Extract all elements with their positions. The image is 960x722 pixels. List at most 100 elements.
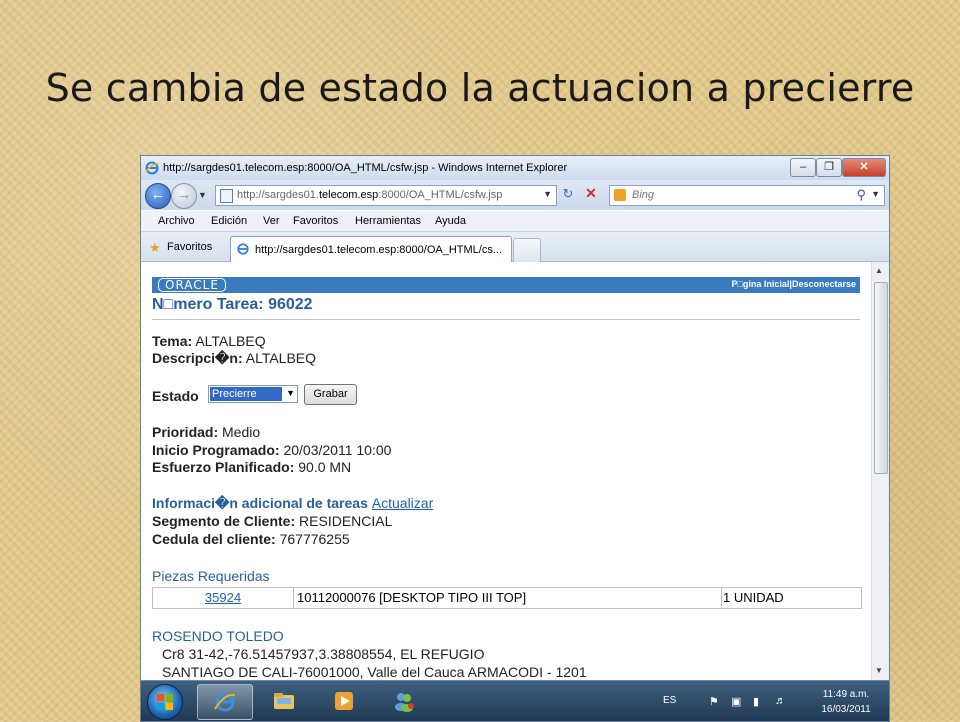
browser-window: http://sargdes01.telecom.esp:8000/OA_HTM… [140, 155, 890, 722]
refresh-icon[interactable]: ↻ [558, 186, 578, 204]
internet-explorer-icon [237, 243, 249, 255]
search-dropdown-icon[interactable]: ▼ [871, 189, 880, 199]
favorites-button[interactable]: Favoritos [167, 241, 212, 253]
address-bar[interactable]: http://sargdes01.telecom.esp:8000/OA_HTM… [215, 185, 557, 206]
close-window-button[interactable]: ✕ [842, 158, 886, 177]
separator [152, 319, 860, 320]
esfuerzo-row: Esfuerzo Planificado: 90.0 MN [152, 459, 351, 475]
prioridad-value: Medio [222, 424, 261, 440]
estado-label: Estado [152, 388, 199, 404]
clock-date: 16/03/2011 [821, 704, 871, 715]
address-line-2: SANTIAGO DE CALI-76001000, Valle del Cau… [162, 664, 587, 680]
segmento-row: Segmento de Cliente: RESIDENCIAL [152, 513, 392, 529]
windows-taskbar: ES ⚑ ▣ ▮ ♬ 11:49 a.m. 16/03/2011 [141, 680, 889, 721]
grabar-button[interactable]: Grabar [304, 384, 357, 405]
inicio-value: 20/03/2011 10:00 [283, 442, 392, 458]
tema-label: Tema: [152, 333, 193, 349]
minimize-button[interactable]: – [790, 158, 816, 177]
page-icon [220, 189, 233, 203]
folder-icon [274, 693, 294, 709]
page-content: ORACLE P□gina Inicial|Desconectarse N□me… [141, 262, 871, 680]
tema-row: Tema: ALTALBEQ [152, 333, 266, 349]
clock-time: 11:49 a.m. [822, 689, 870, 700]
search-placeholder: Bing [632, 189, 655, 201]
favorites-bar: ★ Favoritos http://sargdes01.telecom.esp… [141, 232, 889, 262]
descripcion-value: ALTALBEQ [245, 350, 317, 366]
menu-edicion[interactable]: Edición [211, 215, 247, 227]
pieza-code-link[interactable]: 35924 [205, 590, 241, 605]
oracle-logo: ORACLE [158, 278, 226, 292]
menu-favoritos[interactable]: Favoritos [293, 215, 338, 227]
estado-selected-value: Precierre [210, 387, 282, 401]
messenger-icon [395, 693, 414, 712]
forward-arrow-icon: → [176, 186, 192, 203]
battery-icon[interactable]: ▮ [753, 695, 759, 708]
scroll-up-icon[interactable]: ▲ [875, 266, 883, 275]
network-icon[interactable]: ▣ [731, 695, 741, 708]
taskbar-messenger[interactable] [377, 684, 431, 718]
flag-icon[interactable]: ⚑ [709, 695, 719, 708]
maximize-button[interactable]: ❐ [816, 158, 842, 177]
window-titlebar: http://sargdes01.telecom.esp:8000/OA_HTM… [141, 156, 889, 180]
back-arrow-icon: ← [150, 186, 166, 203]
actualizar-link[interactable]: Actualizar [372, 495, 433, 511]
descripcion-label: Descripci�n: [152, 350, 243, 366]
contact-name: ROSENDO TOLEDO [152, 628, 284, 644]
search-icon[interactable]: ⚲ [856, 187, 866, 203]
history-dropdown-icon[interactable]: ▼ [198, 190, 207, 200]
start-button[interactable] [147, 684, 183, 720]
language-indicator[interactable]: ES [663, 695, 676, 706]
esfuerzo-value: 90.0 MN [298, 459, 352, 475]
taskbar-media-player[interactable] [317, 684, 371, 718]
address-dropdown-icon[interactable]: ▼ [543, 189, 552, 199]
cedula-label: Cedula del cliente: [152, 531, 276, 547]
menu-archivo[interactable]: Archivo [158, 215, 195, 227]
scroll-thumb[interactable] [874, 282, 888, 474]
media-player-icon [335, 692, 353, 710]
forward-button[interactable]: → [171, 183, 197, 209]
volume-icon[interactable]: ♬ [775, 695, 786, 707]
cedula-row: Cedula del cliente: 767776255 [152, 531, 350, 547]
menu-ver[interactable]: Ver [263, 215, 280, 227]
slide-title: Se cambia de estado la actuacion a preci… [45, 66, 915, 110]
menu-ayuda[interactable]: Ayuda [435, 215, 466, 227]
cedula-value: 767776255 [279, 531, 350, 547]
address-line-1: Cr8 31-42,-76.51457937,3.38808554, EL RE… [162, 646, 485, 662]
taskbar-internet-explorer[interactable] [197, 684, 253, 720]
windows-logo-icon [157, 694, 173, 710]
browser-tab[interactable]: http://sargdes01.telecom.esp:8000/OA_HTM… [230, 236, 512, 262]
address-toolbar: ← → ▼ http://sargdes01.telecom.esp:8000/… [141, 180, 889, 210]
bing-icon [614, 189, 626, 201]
tema-value: ALTALBEQ [195, 333, 266, 349]
scroll-down-icon[interactable]: ▼ [875, 666, 883, 675]
new-tab-button[interactable] [513, 238, 541, 262]
taskbar-explorer[interactable] [257, 684, 311, 718]
esfuerzo-label: Esfuerzo Planificado: [152, 459, 295, 475]
task-title: N□mero Tarea: 96022 [152, 296, 313, 313]
table-row: 35924 10112000076 [DESKTOP TIPO III TOP]… [152, 587, 862, 609]
internet-explorer-icon [145, 161, 159, 175]
segmento-value: RESIDENCIAL [299, 513, 393, 529]
pieza-description: 10112000076 [DESKTOP TIPO III TOP] [294, 588, 722, 608]
back-button[interactable]: ← [145, 183, 171, 209]
internet-explorer-icon [214, 692, 236, 712]
info-adicional-heading: Informaci�n adicional de tareas Actualiz… [152, 495, 434, 511]
stop-icon[interactable]: ✕ [581, 185, 601, 203]
menu-herramientas[interactable]: Herramientas [355, 215, 421, 227]
pieza-quantity: 1 UNIDAD [723, 590, 784, 605]
chevron-down-icon: ▼ [286, 388, 295, 398]
estado-select[interactable]: Precierre ▼ [208, 385, 298, 403]
oracle-header-bar: ORACLE P□gina Inicial|Desconectarse [152, 277, 860, 293]
prioridad-row: Prioridad: Medio [152, 424, 260, 440]
system-clock[interactable]: 11:49 a.m. 16/03/2011 [811, 687, 881, 717]
segmento-label: Segmento de Cliente: [152, 513, 296, 529]
favorites-star-icon[interactable]: ★ [149, 240, 161, 256]
header-links[interactable]: P□gina Inicial|Desconectarse [731, 279, 856, 289]
window-title: http://sargdes01.telecom.esp:8000/OA_HTM… [163, 162, 568, 174]
prioridad-label: Prioridad: [152, 424, 219, 440]
inicio-row: Inicio Programado: 20/03/2011 10:00 [152, 442, 391, 458]
piezas-heading: Piezas Requeridas [152, 568, 270, 584]
search-box[interactable]: Bing ⚲ ▼ [609, 185, 885, 206]
tab-title: http://sargdes01.telecom.esp:8000/OA_HTM… [255, 244, 503, 256]
vertical-scrollbar[interactable]: ▲ ▼ [871, 262, 889, 680]
